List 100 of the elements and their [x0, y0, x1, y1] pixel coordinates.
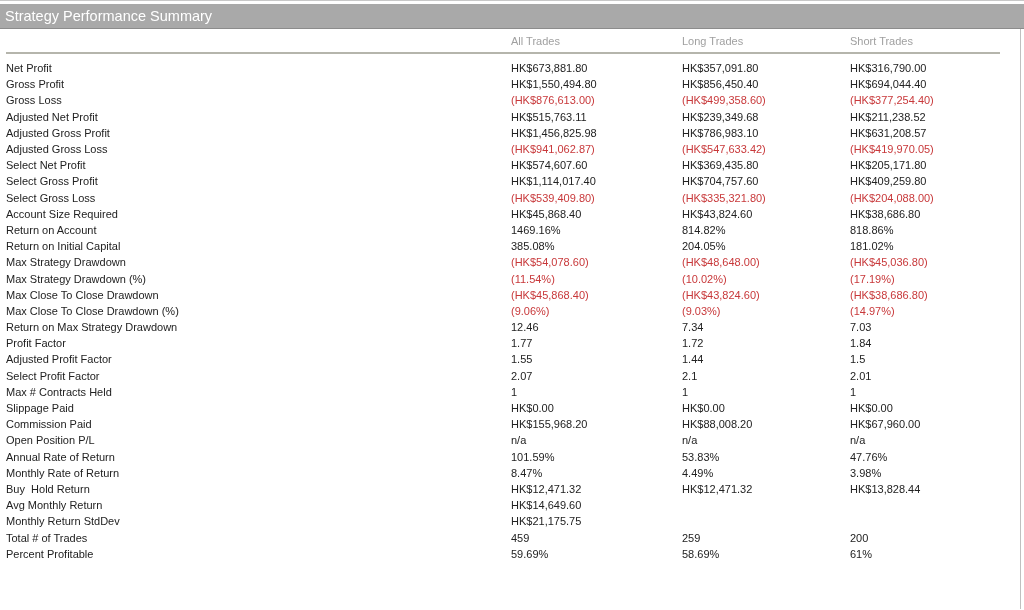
table-cell-text: HK$12,471.32 — [682, 482, 754, 495]
table-cell-text: (HK$941,062.87) — [511, 143, 596, 156]
row-label: Slippage Paid — [6, 402, 75, 415]
table-cell-text: 204.05% — [682, 240, 727, 253]
table-cell-text: 814.82% — [682, 223, 727, 236]
table-cell-text: HK$12,471.32 — [511, 482, 583, 495]
table-cell-text: HK$673,881.80 — [511, 62, 589, 75]
table-cell-text: HK$14,649.60 — [511, 499, 583, 512]
table-cell-text: 3.98% — [850, 466, 883, 479]
table-cell-text: 59.69% — [511, 547, 550, 560]
table-cell-text: 181.02% — [850, 240, 895, 253]
table-cell-text: (HK$38,686.80) — [850, 288, 929, 301]
table-cell-text: 7.03 — [850, 321, 873, 334]
table-cell-text: HK$694,044.40 — [850, 78, 928, 91]
table-cell-text: HK$704,757.60 — [682, 175, 760, 188]
row-label: Total # of Trades — [6, 531, 89, 544]
row-label: Return on Account — [6, 223, 98, 236]
table-cell-text: (HK$547,633.42) — [682, 143, 767, 156]
table-cell-text: (HK$377,254.40) — [850, 94, 935, 107]
row-label: Select Gross Loss — [6, 191, 97, 204]
table-cell-text: n/a — [511, 434, 528, 447]
table-cell-text: 2.1 — [682, 369, 699, 382]
row-label: Gross Loss — [6, 94, 63, 107]
table-cell-text: HK$21,175.75 — [511, 515, 583, 528]
row-label: Buy Hold Return — [6, 482, 91, 495]
row-label: Return on Max Strategy Drawdown — [6, 321, 179, 334]
table-cell-text: 459 — [511, 531, 531, 544]
column-header: All Trades — [511, 35, 561, 47]
table-cell-text: HK$13,828.44 — [850, 482, 922, 495]
row-label: Return on Initial Capital — [6, 240, 122, 253]
table-cell-text: HK$357,091.80 — [682, 62, 760, 75]
table-cell-text: (HK$499,358.60) — [682, 94, 767, 107]
row-label: Adjusted Gross Loss — [6, 143, 109, 156]
table-cell-text: (HK$419,970.05) — [850, 143, 935, 156]
table-cell-text: 1.84 — [850, 337, 873, 350]
table-cell-text: (14.97%) — [850, 304, 896, 317]
row-label: Open Position P/L — [6, 434, 96, 447]
table-cell-text: HK$38,686.80 — [850, 207, 922, 220]
table-cell-text: 2.07 — [511, 369, 534, 382]
row-label: Max Strategy Drawdown (%) — [6, 272, 147, 285]
table-cell-text: (HK$45,036.80) — [850, 256, 929, 269]
table-cell-text: HK$409,259.80 — [850, 175, 928, 188]
row-label: Gross Profit — [6, 78, 66, 91]
row-label: Monthly Return StdDev — [6, 515, 121, 528]
table-cell-text: (11.54%) — [511, 272, 556, 285]
row-label: Select Net Profit — [6, 159, 87, 172]
table-cell-text: HK$1,114,017.40 — [511, 175, 597, 188]
table-cell-text: (10.02%) — [682, 272, 728, 285]
table-cell-text: (HK$204,088.00) — [850, 191, 935, 204]
row-label: Max # Contracts Held — [6, 385, 113, 398]
table-cell-text: 4.49% — [682, 466, 715, 479]
table-cell-text: HK$205,171.80 — [850, 159, 928, 172]
table-cell-text: 101.59% — [511, 450, 556, 463]
table-cell-text: HK$211,238.52 — [850, 110, 927, 123]
table-cell-text: HK$1,456,825.98 — [511, 126, 598, 139]
table-cell-text: HK$316,790.00 — [850, 62, 928, 75]
table-cell-text: 8.47% — [511, 466, 544, 479]
table-cell-text: 1 — [682, 385, 690, 398]
table-cell-text: (HK$48,648.00) — [682, 256, 761, 269]
table-cell-text: 1 — [850, 385, 858, 398]
table-cell-text: 385.08% — [511, 240, 556, 253]
table-cell-text: HK$67,960.00 — [850, 418, 922, 431]
table-cell-text: (HK$45,868.40) — [511, 288, 590, 301]
table-cell-text: (9.06%) — [511, 304, 551, 317]
row-label: Max Strategy Drawdown — [6, 256, 127, 269]
table-cell-text: 1469.16% — [511, 223, 562, 236]
row-label: Percent Profitable — [6, 547, 95, 560]
table-cell-text: HK$43,824.60 — [682, 207, 754, 220]
table-cell-text: (9.03%) — [682, 304, 722, 317]
row-label: Account Size Required — [6, 207, 119, 220]
table-cell-text: HK$786,983.10 — [682, 126, 760, 139]
table-cell-text: HK$239,349.68 — [682, 110, 760, 123]
column-header: Short Trades — [850, 35, 914, 47]
table-cell-text: HK$155,968.20 — [511, 418, 589, 431]
row-label: Profit Factor — [6, 337, 67, 350]
row-label: Select Profit Factor — [6, 369, 101, 382]
table-cell-text: 1.44 — [682, 353, 705, 366]
report-title: Strategy Performance Summary — [5, 8, 213, 24]
table-cell-text: 1.72 — [682, 337, 705, 350]
table-cell-text: 61% — [850, 547, 874, 560]
table-cell-text: (HK$54,078.60) — [511, 256, 590, 269]
row-label: Max Close To Close Drawdown — [6, 288, 160, 301]
table-cell-text: HK$631,208.57 — [850, 126, 928, 139]
row-label: Select Gross Profit — [6, 175, 99, 188]
table-cell-text: 1.55 — [511, 353, 534, 366]
table-cell-text: HK$0.00 — [850, 402, 894, 415]
table-cell-text: 47.76% — [850, 450, 889, 463]
row-label: Avg Monthly Return — [6, 499, 104, 512]
table-cell-text: (HK$335,321.80) — [682, 191, 767, 204]
table-cell-text: HK$45,868.40 — [511, 207, 583, 220]
table-cell-text: HK$0.00 — [511, 402, 555, 415]
row-label: Adjusted Profit Factor — [6, 353, 113, 366]
table-cell-text: (HK$539,409.80) — [511, 191, 596, 204]
row-label: Net Profit — [6, 62, 53, 75]
table-cell-text: HK$369,435.80 — [682, 159, 760, 172]
table-cell-text: 7.34 — [682, 321, 705, 334]
row-label: Annual Rate of Return — [6, 450, 116, 463]
table-cell-text: HK$1,550,494.80 — [511, 78, 598, 91]
table-cell-text: 200 — [850, 531, 870, 544]
table-cell-text: n/a — [850, 434, 867, 447]
